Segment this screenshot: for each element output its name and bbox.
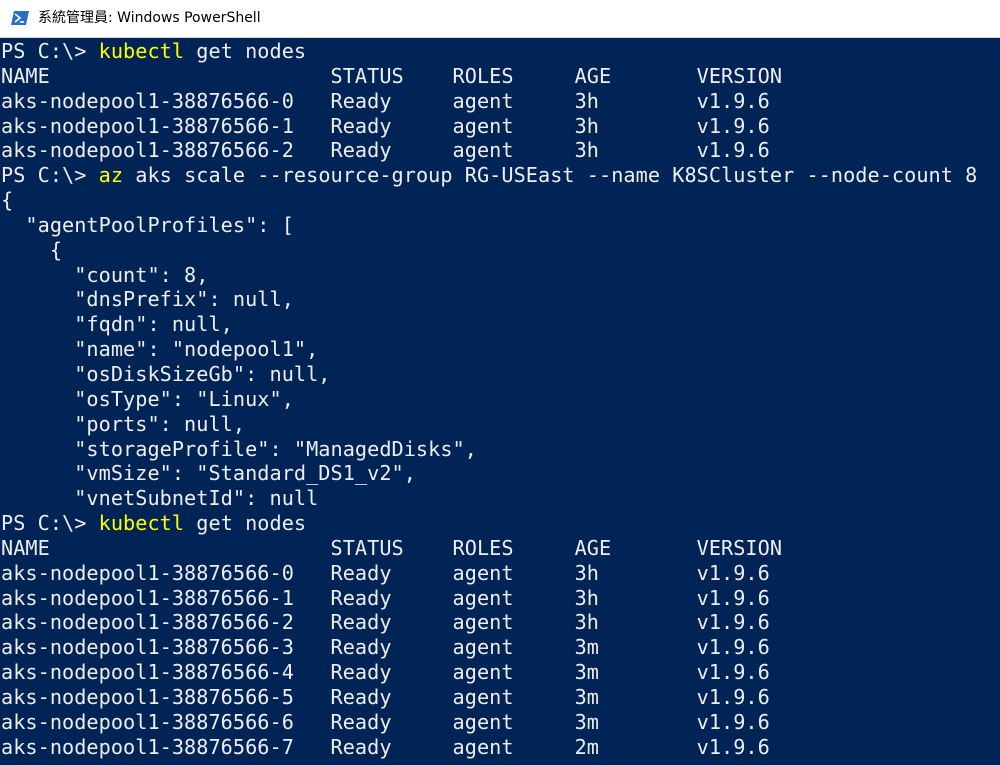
console-lines: PS C:\> kubectl get nodes NAME STATUS ROL… (1, 39, 977, 759)
output-line: "name": "nodepool1", (1, 337, 319, 362)
prompt-text: PS C:\> (1, 39, 99, 63)
output-line: aks-nodepool1-38876566-0 Ready agent 3h … (1, 560, 770, 585)
output-line: aks-nodepool1-38876566-3 Ready agent 3m … (1, 635, 770, 660)
command-name: kubectl (98, 39, 185, 63)
output-line: aks-nodepool1-38876566-1 Ready agent 3h … (1, 113, 770, 138)
output-line: "ports": null, (1, 411, 246, 436)
prompt-line: PS C:\> kubectl get nodes (1, 39, 977, 64)
output-line: NAME STATUS ROLES AGE VERSION (1, 63, 783, 88)
output-line: aks-nodepool1-38876566-6 Ready agent 3m … (1, 709, 770, 734)
output-line: "agentPoolProfiles": [ (1, 212, 294, 237)
prompt-text: PS C:\> (1, 163, 99, 188)
command-args: get nodes (184, 511, 307, 536)
output-line: "count": 8, (1, 262, 209, 287)
prompt-text: PS C:\> (1, 511, 99, 536)
output-line: aks-nodepool1-38876566-0 Ready agent 3h … (1, 88, 770, 113)
output-line: "storageProfile": "ManagedDisks", (1, 436, 477, 461)
powershell-window: 系統管理員: Windows PowerShell PS C:\> kubect… (0, 0, 1000, 765)
output-line: "osType": "Linux", (1, 386, 294, 411)
command-name: az (98, 163, 124, 188)
command-name: kubectl (98, 511, 185, 536)
powershell-icon (11, 11, 29, 25)
prompt-line: PS C:\> kubectl get nodes (1, 511, 977, 536)
output-line: aks-nodepool1-38876566-5 Ready agent 3m … (1, 684, 770, 709)
output-line: NAME STATUS ROLES AGE VERSION (1, 535, 783, 560)
prompt-line: PS C:\> az aks scale --resource-group RG… (1, 163, 977, 188)
command-args: aks scale --resource-group RG-USEast --n… (123, 163, 978, 188)
output-line: aks-nodepool1-38876566-1 Ready agent 3h … (1, 585, 770, 610)
window-title: 系統管理員: Windows PowerShell (38, 10, 261, 26)
output-line: { (1, 237, 63, 262)
command-args: get nodes (184, 39, 307, 63)
output-line: "osDiskSizeGb": null, (1, 361, 331, 386)
output-line: "fqdn": null, (1, 312, 233, 337)
console-output[interactable]: PS C:\> kubectl get nodes NAME STATUS ROL… (0, 38, 1000, 765)
title-bar[interactable]: 系統管理員: Windows PowerShell (0, 0, 1000, 38)
output-line: aks-nodepool1-38876566-2 Ready agent 3h … (1, 610, 770, 635)
output-line: "dnsPrefix": null, (1, 287, 294, 312)
output-line: { (1, 188, 14, 213)
output-line: "vnetSubnetId": null (1, 486, 319, 511)
output-line: aks-nodepool1-38876566-4 Ready agent 3m … (1, 660, 770, 685)
output-line: aks-nodepool1-38876566-7 Ready agent 2m … (1, 734, 770, 759)
output-line: aks-nodepool1-38876566-2 Ready agent 3h … (1, 138, 770, 163)
output-line: "vmSize": "Standard_DS1_v2", (1, 461, 416, 486)
